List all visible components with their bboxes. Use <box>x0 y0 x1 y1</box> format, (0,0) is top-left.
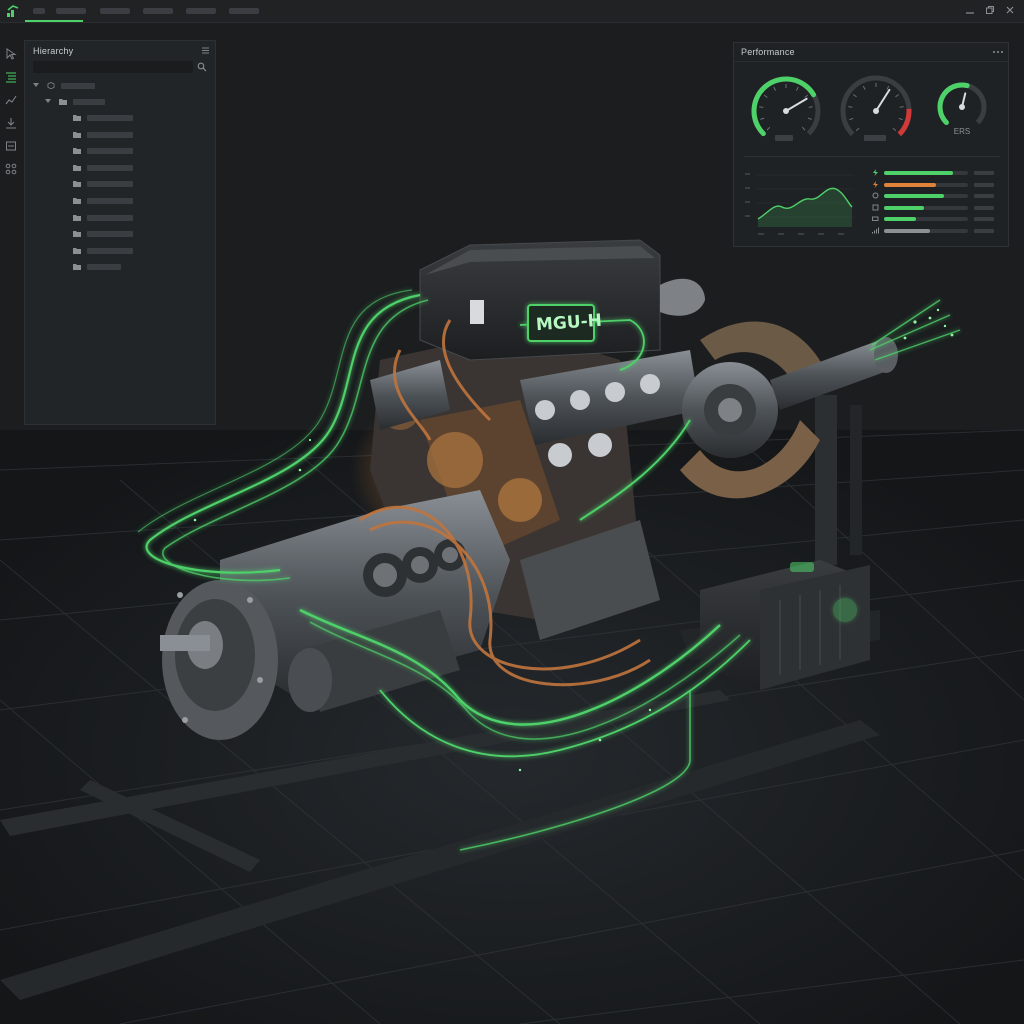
menu-item-3[interactable] <box>100 8 130 14</box>
restore-icon[interactable] <box>985 5 995 15</box>
engine-3d-viewport[interactable] <box>0 22 1024 1024</box>
menu-item-4[interactable] <box>143 8 173 14</box>
minimize-icon[interactable] <box>965 5 975 15</box>
close-icon[interactable] <box>1005 5 1015 15</box>
app-logo-icon[interactable] <box>6 4 20 18</box>
menubar <box>0 0 1024 23</box>
menu-item-6[interactable] <box>229 8 259 14</box>
menu-item-2[interactable] <box>56 8 86 14</box>
menu-item-1[interactable] <box>33 8 45 14</box>
menu-item-5[interactable] <box>186 8 216 14</box>
